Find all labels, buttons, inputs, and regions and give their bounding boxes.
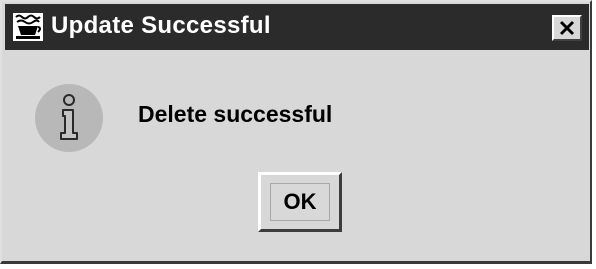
close-button[interactable] [552, 15, 582, 41]
ok-button[interactable]: OK [258, 172, 342, 232]
dialog-window: Update Successful Delete successful OK [0, 0, 592, 264]
window-title: Update Successful [51, 12, 271, 39]
information-icon [34, 83, 104, 153]
title-bar[interactable]: Update Successful [5, 4, 589, 50]
coffee-cup-icon [13, 13, 43, 41]
close-icon [559, 20, 575, 36]
ok-button-label: OK [270, 183, 330, 221]
dialog-message: Delete successful [138, 101, 333, 127]
